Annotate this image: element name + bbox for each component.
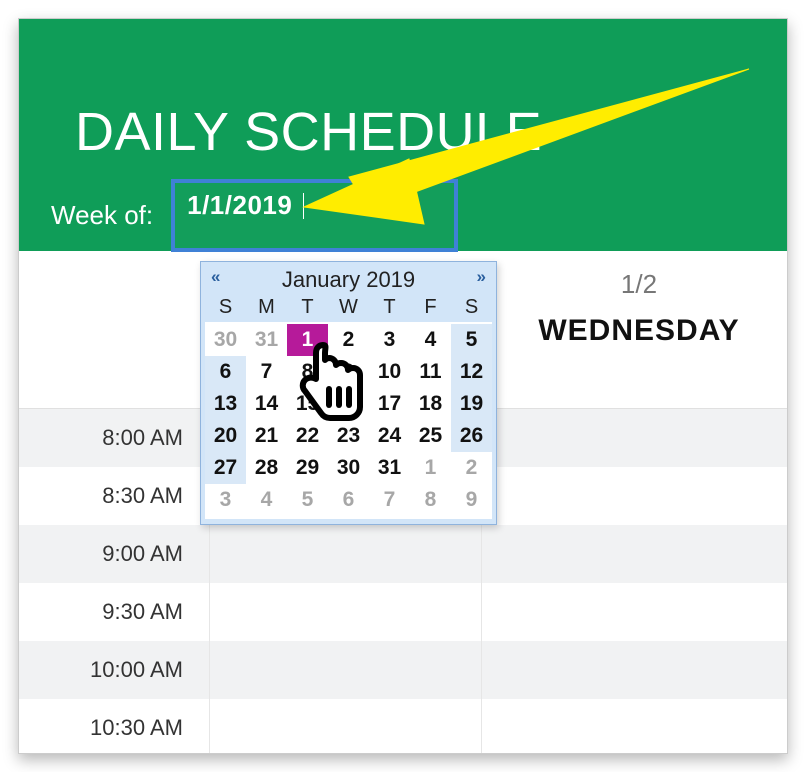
week-of-date-input[interactable] xyxy=(185,189,444,222)
schedule-cell[interactable] xyxy=(481,409,787,467)
datepicker-day[interactable]: 30 xyxy=(205,324,246,356)
time-label: 10:00 AM xyxy=(19,641,209,699)
datepicker-popup[interactable]: « January 2019 » S M T W T F S 303112345… xyxy=(200,261,497,525)
datepicker-day[interactable]: 13 xyxy=(205,388,246,420)
datepicker-day[interactable]: 16 xyxy=(328,388,369,420)
datepicker-day[interactable]: 12 xyxy=(451,356,492,388)
time-label: 10:30 AM xyxy=(19,699,209,754)
datepicker-day[interactable]: 24 xyxy=(369,420,410,452)
datepicker-day[interactable]: 15 xyxy=(287,388,328,420)
weekday-label: S xyxy=(205,296,246,319)
datepicker-prev-button[interactable]: « xyxy=(211,267,220,287)
datepicker-day[interactable]: 31 xyxy=(246,324,287,356)
datepicker-day[interactable]: 17 xyxy=(369,388,410,420)
datepicker-day[interactable]: 25 xyxy=(410,420,451,452)
datepicker-day[interactable]: 31 xyxy=(369,452,410,484)
schedule-cell[interactable] xyxy=(481,467,787,525)
datepicker-day-selected[interactable]: 1 xyxy=(287,324,328,356)
datepicker-day[interactable]: 7 xyxy=(369,484,410,516)
schedule-cell[interactable] xyxy=(481,525,787,583)
column-dayname: WEDNESDAY xyxy=(489,314,788,348)
datepicker-day[interactable]: 18 xyxy=(410,388,451,420)
datepicker-day[interactable]: 6 xyxy=(328,484,369,516)
datepicker-day[interactable]: 29 xyxy=(287,452,328,484)
datepicker-day[interactable]: 2 xyxy=(328,324,369,356)
weekday-label: F xyxy=(410,296,451,319)
schedule-cell[interactable] xyxy=(481,641,787,699)
datepicker-day[interactable]: 9 xyxy=(328,356,369,388)
datepicker-day[interactable]: 9 xyxy=(451,484,492,516)
datepicker-day[interactable]: 1 xyxy=(410,452,451,484)
time-label: 8:30 AM xyxy=(19,467,209,525)
datepicker-day[interactable]: 8 xyxy=(287,356,328,388)
datepicker-day[interactable]: 4 xyxy=(246,484,287,516)
text-caret xyxy=(303,193,304,219)
datepicker-day[interactable]: 3 xyxy=(369,324,410,356)
time-row[interactable]: 9:00 AM xyxy=(19,525,787,583)
datepicker-day[interactable]: 5 xyxy=(287,484,328,516)
week-of-label: Week of: xyxy=(51,200,153,231)
time-row[interactable]: 10:30 AM xyxy=(19,699,787,754)
schedule-cell[interactable] xyxy=(209,583,481,641)
datepicker-next-button[interactable]: » xyxy=(477,267,486,287)
datepicker-day[interactable]: 2 xyxy=(451,452,492,484)
weekday-label: T xyxy=(287,296,328,319)
datepicker-day[interactable]: 4 xyxy=(410,324,451,356)
column-date: 1/2 xyxy=(489,269,788,300)
datepicker-day[interactable]: 23 xyxy=(328,420,369,452)
datepicker-day[interactable]: 28 xyxy=(246,452,287,484)
page-title: DAILY SCHEDULE xyxy=(75,101,542,163)
datepicker-day[interactable]: 21 xyxy=(246,420,287,452)
weekday-label: W xyxy=(328,296,369,319)
header-band: DAILY SCHEDULE Week of: xyxy=(19,19,787,251)
datepicker-day[interactable]: 20 xyxy=(205,420,246,452)
schedule-cell[interactable] xyxy=(481,583,787,641)
datepicker-day[interactable]: 11 xyxy=(410,356,451,388)
weekday-label: T xyxy=(369,296,410,319)
schedule-cell[interactable] xyxy=(209,641,481,699)
schedule-cell[interactable] xyxy=(209,525,481,583)
datepicker-day[interactable]: 6 xyxy=(205,356,246,388)
week-of-date-cell[interactable] xyxy=(171,179,458,252)
datepicker-day[interactable]: 7 xyxy=(246,356,287,388)
datepicker-day[interactable]: 8 xyxy=(410,484,451,516)
datepicker-day[interactable]: 19 xyxy=(451,388,492,420)
datepicker-day[interactable]: 10 xyxy=(369,356,410,388)
datepicker-day[interactable]: 14 xyxy=(246,388,287,420)
datepicker-day[interactable]: 26 xyxy=(451,420,492,452)
datepicker-body: 3031123456789101112131415161718192021222… xyxy=(205,322,492,519)
time-label: 9:30 AM xyxy=(19,583,209,641)
time-label: 8:00 AM xyxy=(19,409,209,467)
datepicker-day[interactable]: 30 xyxy=(328,452,369,484)
datepicker-day[interactable]: 3 xyxy=(205,484,246,516)
datepicker-weekday-row: S M T W T F S xyxy=(201,296,496,322)
datepicker-month-label[interactable]: January 2019 xyxy=(282,267,415,293)
time-row[interactable]: 9:30 AM xyxy=(19,583,787,641)
datepicker-day[interactable]: 22 xyxy=(287,420,328,452)
schedule-cell[interactable] xyxy=(481,699,787,754)
time-row[interactable]: 10:00 AM xyxy=(19,641,787,699)
weekday-label: S xyxy=(451,296,492,319)
datepicker-day[interactable]: 5 xyxy=(451,324,492,356)
time-label: 9:00 AM xyxy=(19,525,209,583)
schedule-cell[interactable] xyxy=(209,699,481,754)
datepicker-day[interactable]: 27 xyxy=(205,452,246,484)
weekday-label: M xyxy=(246,296,287,319)
